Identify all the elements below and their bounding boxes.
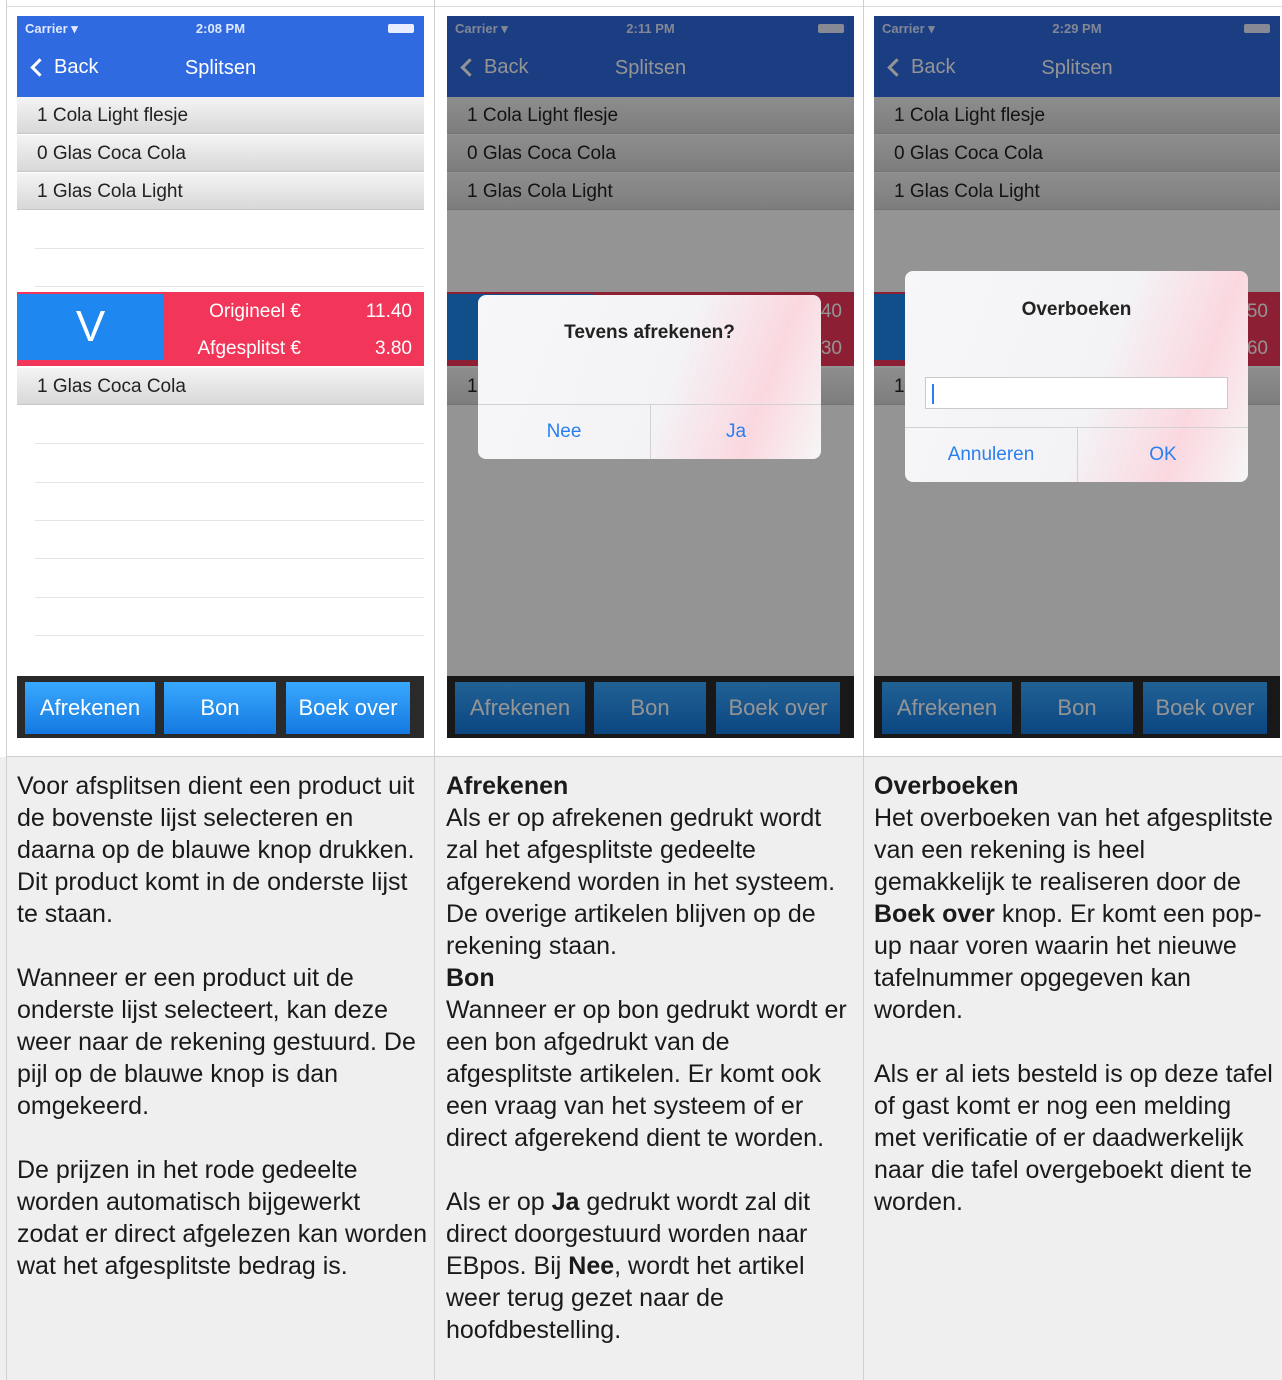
status-bar: Carrier ▾ 2:08 PM bbox=[17, 16, 424, 42]
column-splitsen: Carrier ▾ 2:08 PM Back Splitsen 1 Cola L… bbox=[7, 0, 434, 1380]
phone-screenshot-overboeken: Carrier ▾ 2:29 PM Back Splitsen 1 Cola L… bbox=[874, 16, 1280, 738]
text-caret bbox=[932, 384, 934, 404]
nee-button[interactable]: Nee bbox=[478, 404, 650, 459]
heading-text: Bon bbox=[446, 964, 495, 992]
empty-row-separator bbox=[35, 597, 424, 598]
afgesplitst-value: 3.80 bbox=[375, 338, 412, 359]
empty-row-separator bbox=[35, 443, 424, 444]
overboeken-alert-dialog: Overboeken Annuleren OK bbox=[905, 271, 1248, 482]
empty-row-separator bbox=[35, 286, 424, 287]
afrekenen-alert-dialog: Tevens afrekenen? Nee Ja bbox=[478, 295, 821, 459]
empty-row-separator bbox=[35, 635, 424, 636]
list-item[interactable]: 1 Cola Light flesje bbox=[17, 97, 424, 134]
boek-over-button[interactable]: Boek over bbox=[286, 682, 410, 734]
heading-bon: Bon bbox=[446, 962, 857, 994]
column-overboeken: Carrier ▾ 2:29 PM Back Splitsen 1 Cola L… bbox=[864, 0, 1282, 1380]
bon-button[interactable]: Bon bbox=[164, 682, 276, 734]
alert-title: Tevens afrekenen? bbox=[564, 322, 735, 343]
empty-row-separator bbox=[35, 520, 424, 521]
chevron-down-icon: V bbox=[75, 302, 106, 351]
column-afrekenen: Carrier ▾ 2:11 PM Back Splitsen 1 Cola L… bbox=[435, 0, 863, 1380]
phone-screenshot-afrekenen: Carrier ▾ 2:11 PM Back Splitsen 1 Cola L… bbox=[447, 16, 854, 738]
description-splitsen: Voor afsplitsen dient een product uit de… bbox=[17, 770, 428, 1314]
empty-row-separator bbox=[35, 248, 424, 249]
empty-row-separator bbox=[35, 482, 424, 483]
paragraph: De prijzen in het rode gedeelte worden a… bbox=[17, 1156, 427, 1280]
heading-text: Overboeken bbox=[874, 772, 1019, 800]
alert-title: Overboeken bbox=[1021, 299, 1132, 320]
table-number-input[interactable] bbox=[925, 377, 1228, 409]
list-item[interactable]: 0 Glas Coca Cola bbox=[17, 135, 424, 172]
origineel-value: 11.40 bbox=[365, 301, 412, 322]
paragraph-overboeken: Het overboeken van het afgesplitste van … bbox=[874, 802, 1278, 1026]
description-overboeken: Overboeken Het overboeken van het afgesp… bbox=[874, 770, 1278, 1250]
paragraph-ja-nee: Als er op Ja gedrukt wordt zal dit direc… bbox=[446, 1186, 857, 1346]
afgesplitst-label: Afgesplitst € bbox=[197, 338, 302, 359]
text-run-bold: Ja bbox=[551, 1188, 580, 1216]
nav-title: Splitsen bbox=[184, 57, 257, 79]
empty-row-separator bbox=[35, 558, 424, 559]
heading-text: Afrekenen bbox=[446, 772, 569, 800]
text-run-bold: Nee bbox=[568, 1252, 615, 1280]
phone-screenshot-splitsen: Carrier ▾ 2:08 PM Back Splitsen 1 Cola L… bbox=[17, 16, 424, 738]
status-time: 2:08 PM bbox=[195, 21, 246, 36]
text-run: Het overboeken van het afgesplitste van … bbox=[874, 804, 1273, 896]
text-run: Als er op bbox=[446, 1188, 552, 1216]
list-item[interactable]: 1 Glas Coca Cola bbox=[17, 368, 424, 405]
heading-afrekenen: Afrekenen bbox=[446, 770, 857, 802]
origineel-label: Origineel € bbox=[209, 301, 301, 322]
afrekenen-button[interactable]: Afrekenen bbox=[25, 682, 155, 734]
heading-overboeken: Overboeken bbox=[874, 770, 1278, 802]
ja-button[interactable]: Ja bbox=[650, 404, 821, 459]
paragraph: Wanneer er een product uit de onderste l… bbox=[17, 964, 416, 1120]
battery-icon bbox=[388, 24, 414, 33]
list-item[interactable]: 1 Glas Cola Light bbox=[17, 173, 424, 210]
paragraph: Als er op afrekenen gedrukt wordt zal he… bbox=[446, 804, 836, 960]
nav-bar: Back Splitsen bbox=[17, 42, 424, 97]
ok-button[interactable]: OK bbox=[1077, 427, 1248, 482]
text-run-bold: Boek over bbox=[874, 900, 995, 928]
description-afrekenen: Afrekenen Als er op afrekenen gedrukt wo… bbox=[446, 770, 857, 1378]
paragraph: Voor afsplitsen dient een product uit de… bbox=[17, 772, 415, 928]
paragraph: Wanneer er op bon gedrukt wordt er een b… bbox=[446, 996, 847, 1152]
paragraph: Als er al iets besteld is op deze tafel … bbox=[874, 1060, 1273, 1216]
bottom-toolbar: Afrekenen Bon Boek over bbox=[17, 676, 424, 738]
split-totals-bar: V Origineel € 11.40 Afgesplitst € 3.80 bbox=[17, 292, 424, 366]
annuleren-button[interactable]: Annuleren bbox=[905, 427, 1077, 482]
move-arrow-button[interactable]: V bbox=[17, 294, 164, 360]
